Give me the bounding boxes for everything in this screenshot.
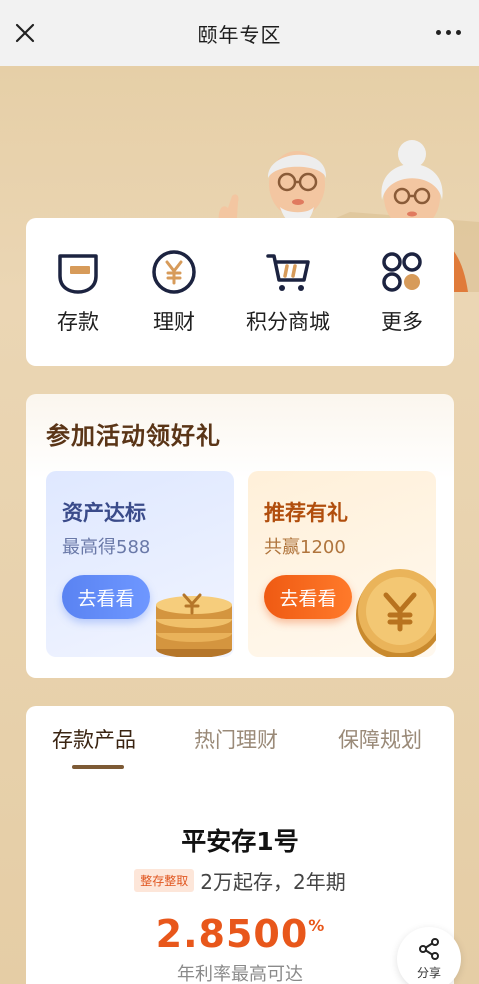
quick-item-label: 理财: [153, 310, 195, 334]
share-button[interactable]: 分享: [397, 927, 461, 984]
promo-subtitle: 最高得588: [62, 537, 151, 558]
product-desc: 2万起存，2年期: [200, 870, 346, 894]
quick-item-wealth[interactable]: 理财: [150, 248, 198, 336]
product-meta: 整存整取 2万起存，2年期: [26, 866, 454, 895]
rate-label: 年利率最高可达: [177, 964, 303, 984]
product-rate: 2.8500%: [26, 912, 454, 956]
share-icon: [419, 938, 439, 960]
quick-entry-card: 存款 理财 积分商城 更多: [26, 218, 454, 366]
promo-go-button[interactable]: 去看看: [62, 575, 150, 619]
tab-hot-wealth[interactable]: 热门理财: [194, 724, 278, 754]
product-name[interactable]: 平安存1号: [26, 822, 454, 858]
rate-unit: %: [308, 916, 325, 935]
promo-title: 推荐有礼: [264, 501, 348, 525]
tab-active-indicator: [72, 765, 124, 769]
page-title: 颐年专区: [197, 22, 282, 47]
promo-title: 资产达标: [62, 501, 146, 525]
promo-subtitle: 共赢1200: [264, 537, 346, 558]
more-icon[interactable]: [436, 30, 461, 35]
quick-item-deposit[interactable]: 存款: [54, 248, 102, 336]
quick-item-label: 存款: [57, 310, 99, 334]
promo-go-button[interactable]: 去看看: [264, 575, 352, 619]
quick-item-label: 更多: [381, 310, 423, 334]
promo-card-referral[interactable]: 推荐有礼 共赢1200 去看看: [248, 471, 436, 657]
quick-item-points-mall[interactable]: 积分商城: [246, 248, 330, 336]
tab-protection-plan[interactable]: 保障规划: [338, 724, 422, 754]
product-card: 存款产品 热门理财 保障规划 平安存1号 整存整取 2万起存，2年期 2.850…: [26, 706, 454, 984]
top-nav-bar: 颐年专区: [0, 0, 479, 66]
tab-deposit-products[interactable]: 存款产品: [52, 724, 136, 754]
activity-title: 参加活动领好礼: [46, 422, 221, 450]
yuan-coin-icon: [152, 250, 196, 294]
more-grid-icon: [382, 252, 422, 292]
share-label: 分享: [416, 966, 441, 980]
activity-card: 参加活动领好礼 资产达标 最高得588 去看看 推荐有礼 共赢1200 去看看: [26, 394, 454, 678]
quick-item-label: 积分商城: [246, 310, 330, 334]
cart-icon: [266, 254, 310, 291]
product-tag: 整存整取: [134, 869, 195, 892]
promo-card-asset[interactable]: 资产达标 最高得588 去看看: [46, 471, 234, 657]
quick-item-more[interactable]: 更多: [378, 248, 426, 336]
gold-coin-icon: [356, 569, 436, 657]
rate-value: 2.8500: [155, 912, 309, 956]
coin-stack-icon: [156, 593, 232, 657]
close-icon[interactable]: [14, 22, 36, 44]
deposit-card-icon: [58, 254, 98, 294]
